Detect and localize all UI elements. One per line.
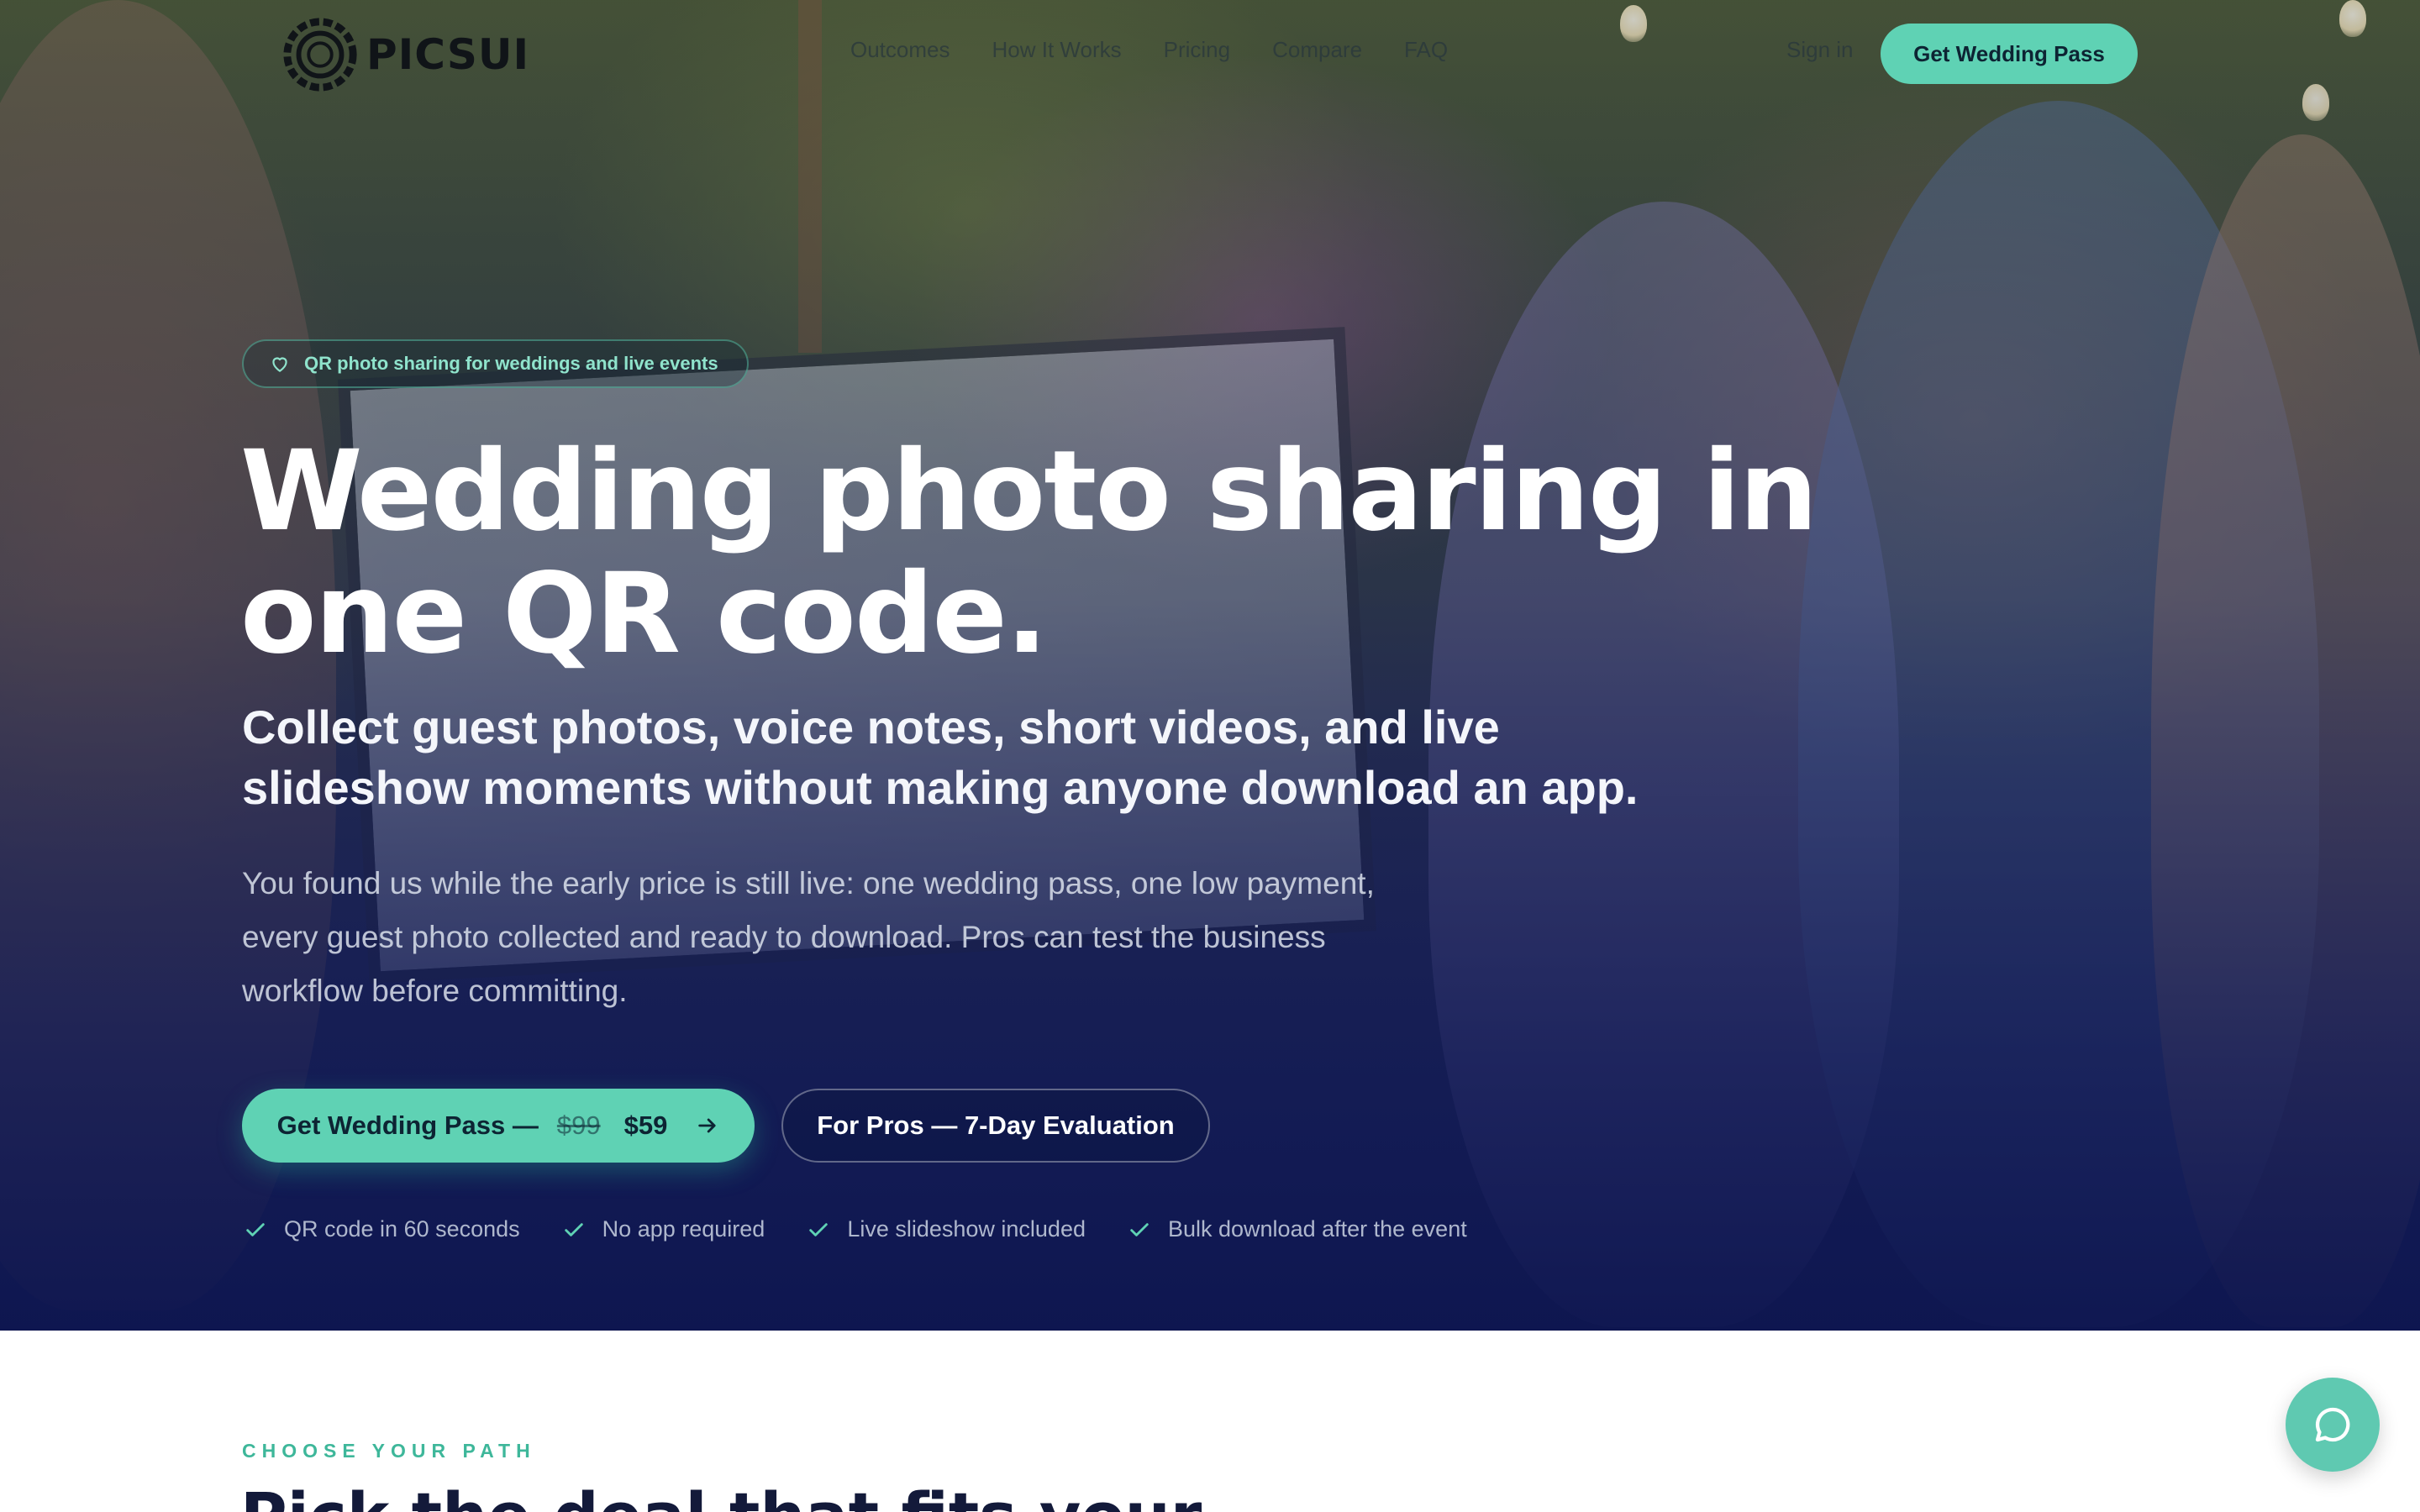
section-title: Pick the deal that fits your xyxy=(240,1478,1202,1512)
feature-label: Bulk download after the event xyxy=(1167,1216,1467,1242)
nav-link-how-it-works[interactable]: How It Works xyxy=(992,37,1122,63)
old-price: $99 xyxy=(556,1110,601,1140)
sign-in-link[interactable]: Sign in xyxy=(1786,37,1854,63)
feature-label: No app required xyxy=(602,1216,765,1242)
hero-section: PICSUI Outcomes How It Works Pricing Com… xyxy=(0,0,2420,1331)
chat-icon xyxy=(2315,1407,2350,1442)
feature-item: No app required xyxy=(562,1216,765,1242)
feature-label: QR code in 60 seconds xyxy=(284,1216,520,1242)
primary-cta-label: Get Wedding Pass — xyxy=(276,1110,539,1140)
hero-subheadline: Collect guest photos, voice notes, short… xyxy=(242,701,1639,814)
section-eyebrow: CHOOSE YOUR PATH xyxy=(242,1440,536,1462)
new-price: $59 xyxy=(623,1110,668,1140)
nav-link-pricing[interactable]: Pricing xyxy=(1164,37,1230,63)
feature-item: QR code in 60 seconds xyxy=(244,1216,520,1242)
nav-links: Outcomes How It Works Pricing Compare FA… xyxy=(850,37,1448,63)
nav-link-faq[interactable]: FAQ xyxy=(1404,37,1448,63)
hero-body-text: You found us while the early price is st… xyxy=(242,866,1375,1008)
logo-mark-icon xyxy=(283,18,357,92)
get-wedding-pass-button[interactable]: Get Wedding Pass — $99 $59 xyxy=(242,1089,755,1163)
arrow-right-icon xyxy=(698,1118,716,1133)
hero-headline: Wedding photo sharing in one QR code. xyxy=(240,427,1818,679)
logo-text: PICSUI xyxy=(366,30,530,79)
feature-item: Bulk download after the event xyxy=(1128,1216,1467,1242)
check-icon xyxy=(564,1222,583,1236)
check-icon xyxy=(1130,1222,1149,1236)
feature-label: Live slideshow included xyxy=(847,1216,1086,1242)
hero-badge-label: QR photo sharing for weddings and live e… xyxy=(304,353,718,374)
check-icon xyxy=(246,1222,265,1236)
chat-launcher-button[interactable] xyxy=(2286,1378,2380,1472)
check-icon xyxy=(809,1222,829,1236)
nav-link-outcomes[interactable]: Outcomes xyxy=(850,37,950,63)
feature-list: QR code in 60 seconds No app required Li… xyxy=(244,1216,1467,1242)
feature-item: Live slideshow included xyxy=(807,1216,1086,1242)
for-pros-evaluation-button[interactable]: For Pros — 7-Day Evaluation xyxy=(781,1089,1210,1163)
top-nav: PICSUI Outcomes How It Works Pricing Com… xyxy=(0,0,2420,106)
heart-icon xyxy=(272,357,287,372)
hero-badge: QR photo sharing for weddings and live e… xyxy=(242,339,749,388)
logo[interactable]: PICSUI xyxy=(279,13,529,96)
get-wedding-pass-nav-button[interactable]: Get Wedding Pass xyxy=(1881,24,2138,84)
nav-link-compare[interactable]: Compare xyxy=(1272,37,1362,63)
